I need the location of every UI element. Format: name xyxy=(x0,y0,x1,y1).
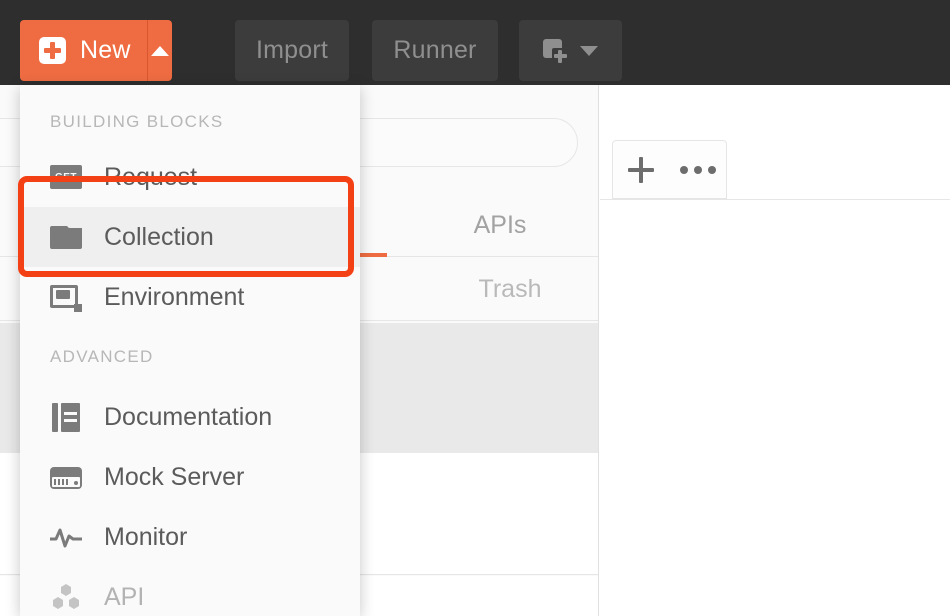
hexagons-icon xyxy=(50,582,84,612)
menu-item-documentation-label: Documentation xyxy=(104,402,273,431)
app-header: New Import Runner xyxy=(0,0,950,85)
new-window-icon xyxy=(543,38,569,63)
caret-up-icon xyxy=(150,45,169,56)
menu-item-collection-label: Collection xyxy=(104,222,214,251)
menu-item-api-label: API xyxy=(104,582,145,611)
menu-item-request[interactable]: GET Request xyxy=(20,147,360,207)
menu-item-monitor[interactable]: Monitor xyxy=(20,507,360,567)
menu-item-environment-label: Environment xyxy=(104,282,245,311)
main-panel xyxy=(600,85,950,616)
new-button[interactable]: New xyxy=(20,20,172,81)
tab-apis-label: APIs xyxy=(473,210,527,239)
plus-square-icon xyxy=(39,37,66,64)
get-request-icon: GET xyxy=(50,162,84,192)
pulse-icon xyxy=(50,522,84,552)
folder-icon xyxy=(50,221,84,252)
new-button-label: New xyxy=(80,36,131,64)
menu-section-building-blocks: BUILDING BLOCKS xyxy=(50,112,224,131)
book-icon xyxy=(50,402,84,432)
menu-item-documentation[interactable]: Documentation xyxy=(20,387,360,447)
plus-icon xyxy=(628,156,654,183)
import-button-label: Import xyxy=(255,36,329,64)
runner-button-label: Runner xyxy=(393,36,477,64)
subtab-trash[interactable]: Trash xyxy=(425,257,595,321)
menu-item-mock-server[interactable]: Mock Server xyxy=(20,447,360,507)
server-icon xyxy=(50,462,84,492)
subtab-trash-label: Trash xyxy=(478,274,542,303)
runner-button[interactable]: Runner xyxy=(372,20,498,81)
request-tabbar xyxy=(600,85,950,200)
menu-item-mock-server-label: Mock Server xyxy=(104,462,245,491)
menu-item-collection[interactable]: Collection xyxy=(20,207,360,267)
new-window-button[interactable] xyxy=(519,20,622,81)
import-button[interactable]: Import xyxy=(235,20,349,81)
more-options-button[interactable] xyxy=(669,140,727,199)
new-tab-button[interactable] xyxy=(612,140,670,199)
menu-item-request-label: Request xyxy=(104,162,198,191)
menu-item-environment[interactable]: Environment xyxy=(20,267,360,327)
tab-apis[interactable]: APIs xyxy=(405,193,595,257)
new-dropdown-menu: BUILDING BLOCKS GET Request Collection E… xyxy=(20,85,360,616)
postman-app-window: Collections APIs Trash xyxy=(0,0,950,616)
menu-item-api[interactable]: API xyxy=(20,567,360,616)
environment-icon xyxy=(50,282,84,312)
new-button-main[interactable]: New xyxy=(20,20,148,81)
menu-section-advanced: ADVANCED xyxy=(50,347,154,366)
new-button-dropdown-toggle[interactable] xyxy=(148,20,172,81)
caret-down-icon xyxy=(580,45,598,56)
menu-item-monitor-label: Monitor xyxy=(104,522,188,551)
ellipsis-icon xyxy=(679,165,716,174)
